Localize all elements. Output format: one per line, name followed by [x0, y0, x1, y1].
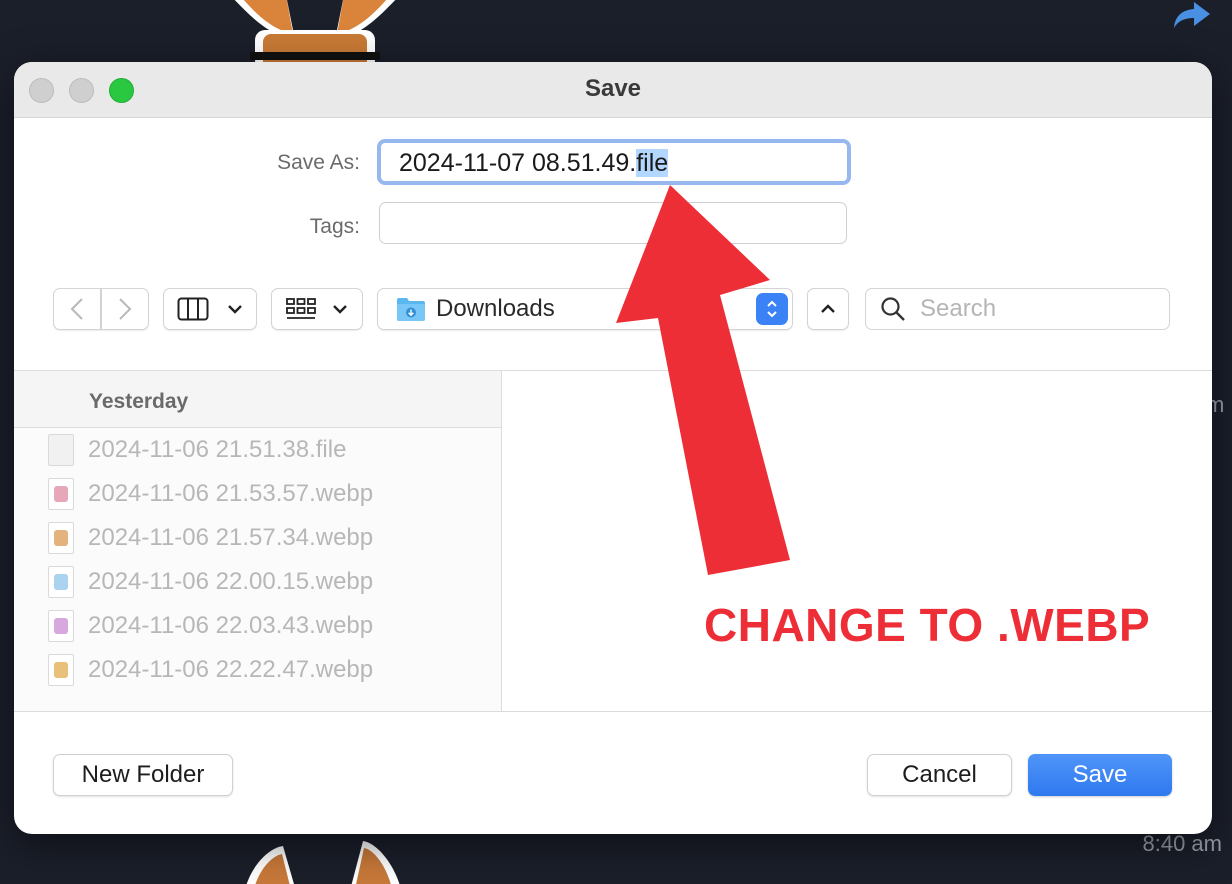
save-dialog: Save Save As: 2024-11-07 08.51.49.file T…	[14, 62, 1212, 834]
generic-file-icon	[48, 434, 74, 466]
file-browser: Yesterday 2024-11-06 21.51.38.file 2024-1…	[14, 370, 1212, 712]
file-list-item[interactable]: 2024-11-06 22.22.47.webp	[14, 648, 501, 692]
file-list-item[interactable]: 2024-11-06 21.51.38.file	[14, 428, 501, 472]
file-list-item[interactable]: 2024-11-06 21.57.34.webp	[14, 516, 501, 560]
chevron-right-icon	[119, 298, 132, 320]
forward-button[interactable]	[101, 288, 149, 330]
file-list-item[interactable]: 2024-11-06 21.53.57.webp	[14, 472, 501, 516]
file-name: 2024-11-06 22.00.15.webp	[88, 568, 374, 595]
image-file-icon	[48, 566, 74, 598]
chevron-left-icon	[70, 298, 83, 320]
image-file-icon	[48, 522, 74, 554]
file-name: 2024-11-06 21.51.38.file	[88, 436, 347, 463]
save-as-input[interactable]: 2024-11-07 08.51.49.file	[377, 139, 851, 185]
downloads-folder-icon	[397, 298, 425, 321]
kangaroo-sticker-icon	[234, 0, 396, 65]
search-field[interactable]	[865, 288, 1170, 330]
share-arrow-icon[interactable]	[1172, 0, 1212, 30]
tags-input[interactable]	[379, 202, 847, 244]
column-view-button[interactable]	[163, 288, 257, 330]
back-button[interactable]	[53, 288, 101, 330]
save-as-label: Save As:	[277, 151, 360, 174]
file-name: 2024-11-06 22.22.47.webp	[88, 656, 374, 683]
file-list: 2024-11-06 21.51.38.file 2024-11-06 21.53…	[14, 428, 501, 692]
cancel-button[interactable]: Cancel	[867, 754, 1012, 796]
annotation-text: CHANGE TO .WEBP	[704, 599, 1151, 651]
file-name: 2024-11-06 21.53.57.webp	[88, 480, 374, 507]
search-input[interactable]	[920, 295, 1160, 323]
save-button[interactable]: Save	[1028, 754, 1172, 796]
group-header: Yesterday	[14, 371, 501, 428]
dialog-title: Save	[584, 75, 642, 102]
search-icon	[881, 297, 905, 321]
file-name: 2024-11-06 22.03.43.webp	[88, 612, 374, 639]
image-file-icon	[48, 654, 74, 686]
chevron-down-icon	[228, 305, 242, 314]
image-file-icon	[48, 478, 74, 510]
new-folder-button[interactable]: New Folder	[53, 754, 233, 796]
file-name: 2024-11-06 21.57.34.webp	[88, 524, 374, 551]
chevron-down-icon	[333, 305, 347, 314]
columns-icon	[177, 297, 209, 321]
file-name-base: 2024-11-07 08.51.49.	[399, 149, 637, 177]
title-bar: Save	[14, 62, 1212, 118]
file-name-selected-extension: file	[636, 149, 669, 177]
group-by-button[interactable]	[271, 288, 363, 330]
up-down-chevrons-icon	[767, 300, 777, 318]
location-stepper[interactable]	[756, 293, 788, 325]
file-list-item[interactable]: 2024-11-06 22.00.15.webp	[14, 560, 501, 604]
collapse-button[interactable]	[807, 288, 849, 330]
location-popup[interactable]: Downloads	[377, 288, 793, 330]
message-timestamp: 8:40 am	[1142, 831, 1223, 856]
file-list-column: Yesterday 2024-11-06 21.51.38.file 2024-1…	[14, 371, 502, 711]
chevron-up-icon	[821, 304, 835, 313]
image-file-icon	[48, 610, 74, 642]
tags-label: Tags:	[309, 215, 360, 238]
icon-grid-icon	[286, 298, 316, 319]
file-list-item[interactable]: 2024-11-06 22.03.43.webp	[14, 604, 501, 648]
location-name: Downloads	[436, 295, 555, 322]
kangaroo-sticker-icon	[246, 841, 400, 884]
